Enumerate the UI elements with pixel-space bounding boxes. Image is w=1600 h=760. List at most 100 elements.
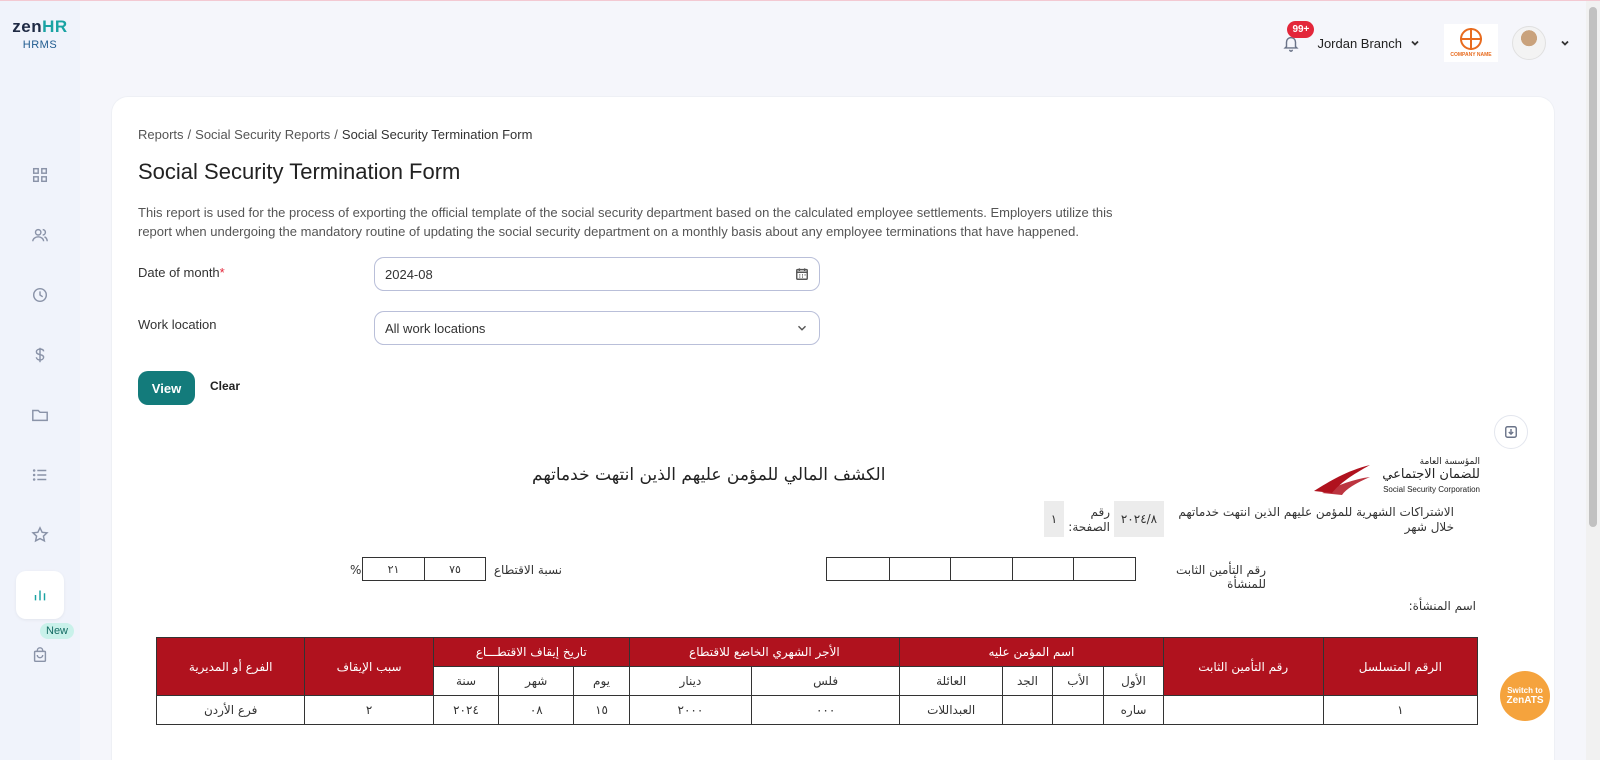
download-icon	[1505, 426, 1517, 438]
page-title: Social Security Termination Form	[138, 159, 461, 184]
col-stop-reason: سبب الإيقاف	[304, 637, 434, 696]
sidebar-item-payroll[interactable]	[16, 331, 64, 379]
sidebar-item-attendance[interactable]	[16, 271, 64, 319]
branch-selector[interactable]: Jordan Branch	[1317, 36, 1420, 51]
fixed-insurance-boxes	[826, 557, 1136, 581]
star-icon	[31, 526, 49, 543]
globe-icon	[1460, 28, 1482, 50]
report-title: الكشف المالي للمؤمن عليهم الذين انتهت خد…	[532, 465, 886, 485]
fixed-insurance-box	[888, 558, 951, 580]
sub-col-fils: فلس	[751, 666, 901, 696]
cell-father	[1051, 695, 1105, 725]
sub-col-dinar: دينار	[628, 666, 753, 696]
col-serial: الرقم المتسلسل	[1322, 637, 1479, 696]
termination-table: الرقم المتسلسل رقم التأمين الثابت اسم ال…	[155, 637, 1479, 725]
company-logo-text: COMPANY NAME	[1450, 52, 1492, 58]
page-description: This report is used for the process of e…	[138, 205, 1113, 239]
sub-col-day: يوم	[573, 666, 630, 696]
dashboard-icon	[32, 167, 48, 183]
clear-button[interactable]: Clear	[210, 379, 240, 393]
cell-branch: فرع الأردن	[155, 695, 306, 725]
page-number-value: ١	[1044, 501, 1064, 537]
list-icon	[32, 469, 47, 481]
work-location-label: Work location	[138, 317, 217, 332]
user-avatar[interactable]	[1512, 26, 1546, 60]
sub-col-year: سنة	[432, 666, 500, 696]
brand-logo[interactable]: zenHR HRMS	[10, 17, 70, 51]
ssc-wing-icon	[1314, 465, 1370, 495]
col-insured-name: اسم المؤمن عليه	[899, 637, 1164, 667]
folder-icon	[32, 409, 48, 422]
report-month-value: ٢٠٢٤/٨	[1114, 501, 1164, 537]
sidebar: zenHR HRMS New	[0, 1, 80, 760]
brand-name: zen	[12, 17, 43, 36]
brand-product: HRMS	[22, 39, 58, 51]
sidebar-item-documents[interactable]	[16, 391, 64, 439]
fixed-insurance-box	[827, 558, 889, 580]
sidebar-item-requests[interactable]	[16, 451, 64, 499]
page-scrollbar[interactable]	[1586, 1, 1600, 760]
topbar: 99+ Jordan Branch COMPANY NAME	[1279, 21, 1570, 63]
required-marker: *	[219, 265, 225, 280]
breadcrumb-current: Social Security Termination Form	[341, 127, 533, 142]
chevron-down-icon	[798, 325, 806, 331]
switch-to-zenats-button[interactable]: Switch to ZenATS	[1500, 671, 1550, 721]
sidebar-item-performance[interactable]	[16, 511, 64, 559]
cell-fils: ٠٠٠	[751, 695, 901, 725]
export-button[interactable]	[1494, 415, 1528, 449]
work-location-select[interactable]: All work locations	[374, 311, 820, 345]
scrollbar-thumb[interactable]	[1589, 7, 1597, 527]
calendar-icon[interactable]	[795, 267, 809, 281]
chevron-down-icon	[1411, 40, 1419, 46]
col-stop-date: تاريخ إيقاف الاقتطـــاع	[432, 637, 630, 667]
ssc-logo-arabic-line1: المؤسسة العامة	[1419, 457, 1480, 467]
cell-day: ١٥	[573, 695, 630, 725]
date-of-month-input[interactable]: 2024-08	[374, 257, 820, 291]
sub-col-month: شهر	[498, 666, 575, 696]
cell-fixed-no	[1162, 695, 1324, 725]
cell-family: العبداللات	[899, 695, 1004, 725]
deduction-rate-label: نسبة الاقتطاع	[493, 563, 562, 577]
dollar-icon	[35, 347, 45, 363]
cell-serial: ١	[1322, 695, 1479, 725]
col-wage: الأجر الشهري الخاضع للاقتطاع	[628, 637, 901, 667]
sub-col-grandfather: الجد	[1002, 666, 1053, 696]
cell-month: ٠٨	[498, 695, 575, 725]
subscriptions-label: الاشتراكات الشهرية للمؤمن عليهم الذين ان…	[1178, 505, 1454, 534]
sub-col-father: الأب	[1051, 666, 1105, 696]
fixed-insurance-box	[950, 558, 1012, 580]
breadcrumb: Reports / Social Security Reports / Social S…	[138, 127, 533, 142]
cell-stop-reason: ٢	[304, 695, 434, 725]
cell-grandfather	[1002, 695, 1053, 725]
sub-col-family: العائلة	[899, 666, 1004, 696]
deduction-rate-box: ٢١	[387, 562, 400, 576]
percent-sign: %	[350, 563, 362, 577]
clock-icon	[32, 287, 48, 303]
user-menu-chevron-icon[interactable]	[1560, 38, 1570, 48]
report-card: Reports / Social Security Reports / Social S…	[112, 97, 1554, 760]
notification-count-badge: 99+	[1287, 21, 1315, 38]
cell-dinar: ٢٠٠٠	[628, 695, 753, 725]
work-location-value: All work locations	[385, 320, 486, 336]
notifications-button[interactable]: 99+	[1279, 21, 1315, 55]
cell-year: ٢٠٢٤	[432, 695, 500, 725]
col-branch: الفرع أو المديرية	[155, 637, 306, 696]
reports-icon	[34, 590, 46, 601]
users-icon	[32, 228, 48, 242]
col-fixed-no: رقم التأمين الثابت	[1162, 637, 1324, 696]
sidebar-item-dashboard[interactable]	[16, 151, 64, 199]
brand-accent: HR	[42, 17, 68, 36]
company-logo[interactable]: COMPANY NAME	[1444, 24, 1498, 62]
deduction-rate-boxes: ٢١ ٧٥	[362, 557, 486, 581]
sidebar-item-store[interactable]	[16, 631, 64, 679]
fixed-insurance-box	[1073, 558, 1135, 580]
sidebar-item-reports[interactable]	[16, 571, 64, 619]
social-security-logo: المؤسسة العامة للضمان الاجتماعي Social S…	[1312, 457, 1480, 499]
view-button[interactable]: View	[138, 371, 195, 405]
sidebar-item-employees[interactable]	[16, 211, 64, 259]
fixed-insurance-label: رقم التأمين الثابت للمنشأة	[1176, 563, 1266, 591]
breadcrumb-reports[interactable]: Reports	[138, 127, 184, 142]
breadcrumb-social-security-reports[interactable]: Social Security Reports	[195, 127, 330, 142]
deduction-rate-box: ٧٥	[423, 558, 485, 580]
sub-col-first: الأول	[1103, 666, 1164, 696]
